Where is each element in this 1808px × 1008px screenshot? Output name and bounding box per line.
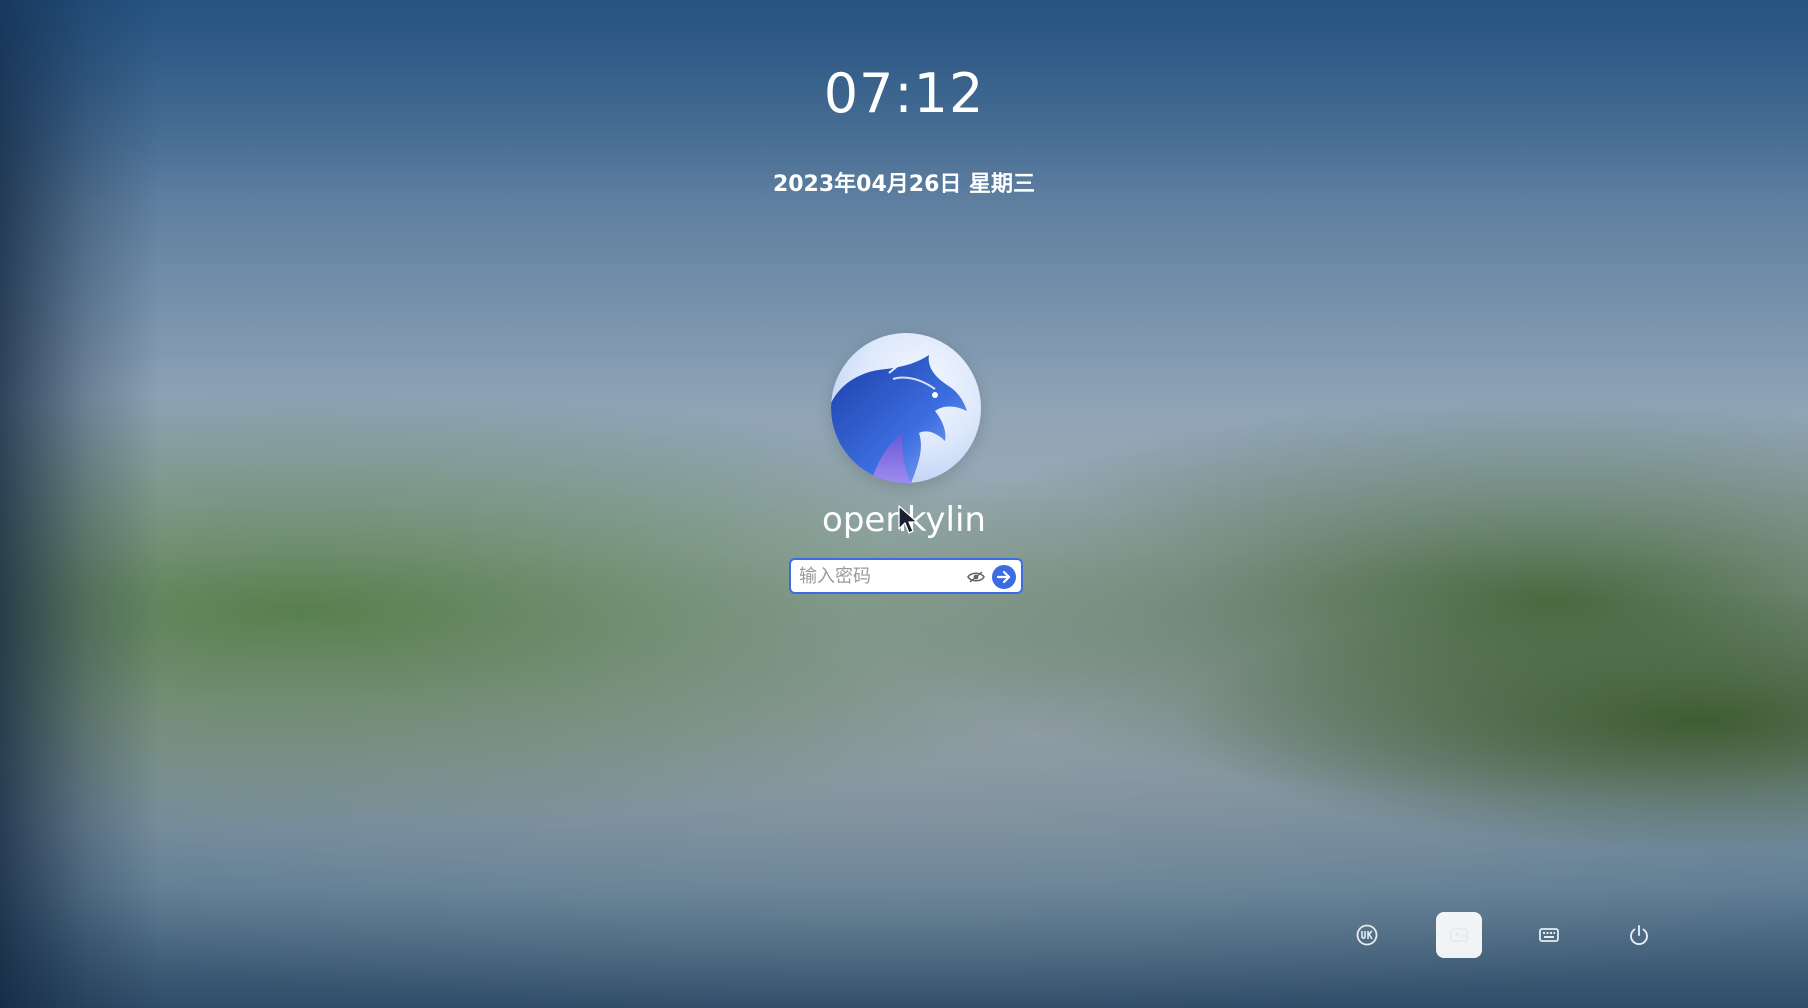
- switch-user-icon: [1450, 928, 1468, 942]
- power-button[interactable]: [1616, 912, 1662, 958]
- virtual-keyboard-button[interactable]: [1526, 912, 1572, 958]
- power-icon: [1630, 925, 1648, 946]
- mouse-cursor-icon: [898, 505, 918, 534]
- user-avatar[interactable]: [831, 333, 981, 483]
- eye-icon[interactable]: [967, 569, 985, 583]
- keyboard-icon: [1539, 928, 1559, 942]
- password-field-container: [789, 558, 1023, 594]
- arrow-right-icon: [996, 570, 1011, 584]
- clock-date: 2023年04月26日 星期三: [772, 172, 1036, 197]
- ukui-logo-icon: [1356, 924, 1378, 946]
- switch-user-button[interactable]: [1436, 912, 1482, 958]
- kylin-dragon-avatar-icon: [831, 333, 981, 483]
- password-input[interactable]: [799, 564, 961, 588]
- lock-screen: 07:12 2023年04月26日 星期三: [0, 0, 1808, 1008]
- ukui-logo-button[interactable]: [1344, 912, 1390, 958]
- clock-time: 07:12: [823, 62, 985, 125]
- login-submit-button[interactable]: [992, 565, 1016, 589]
